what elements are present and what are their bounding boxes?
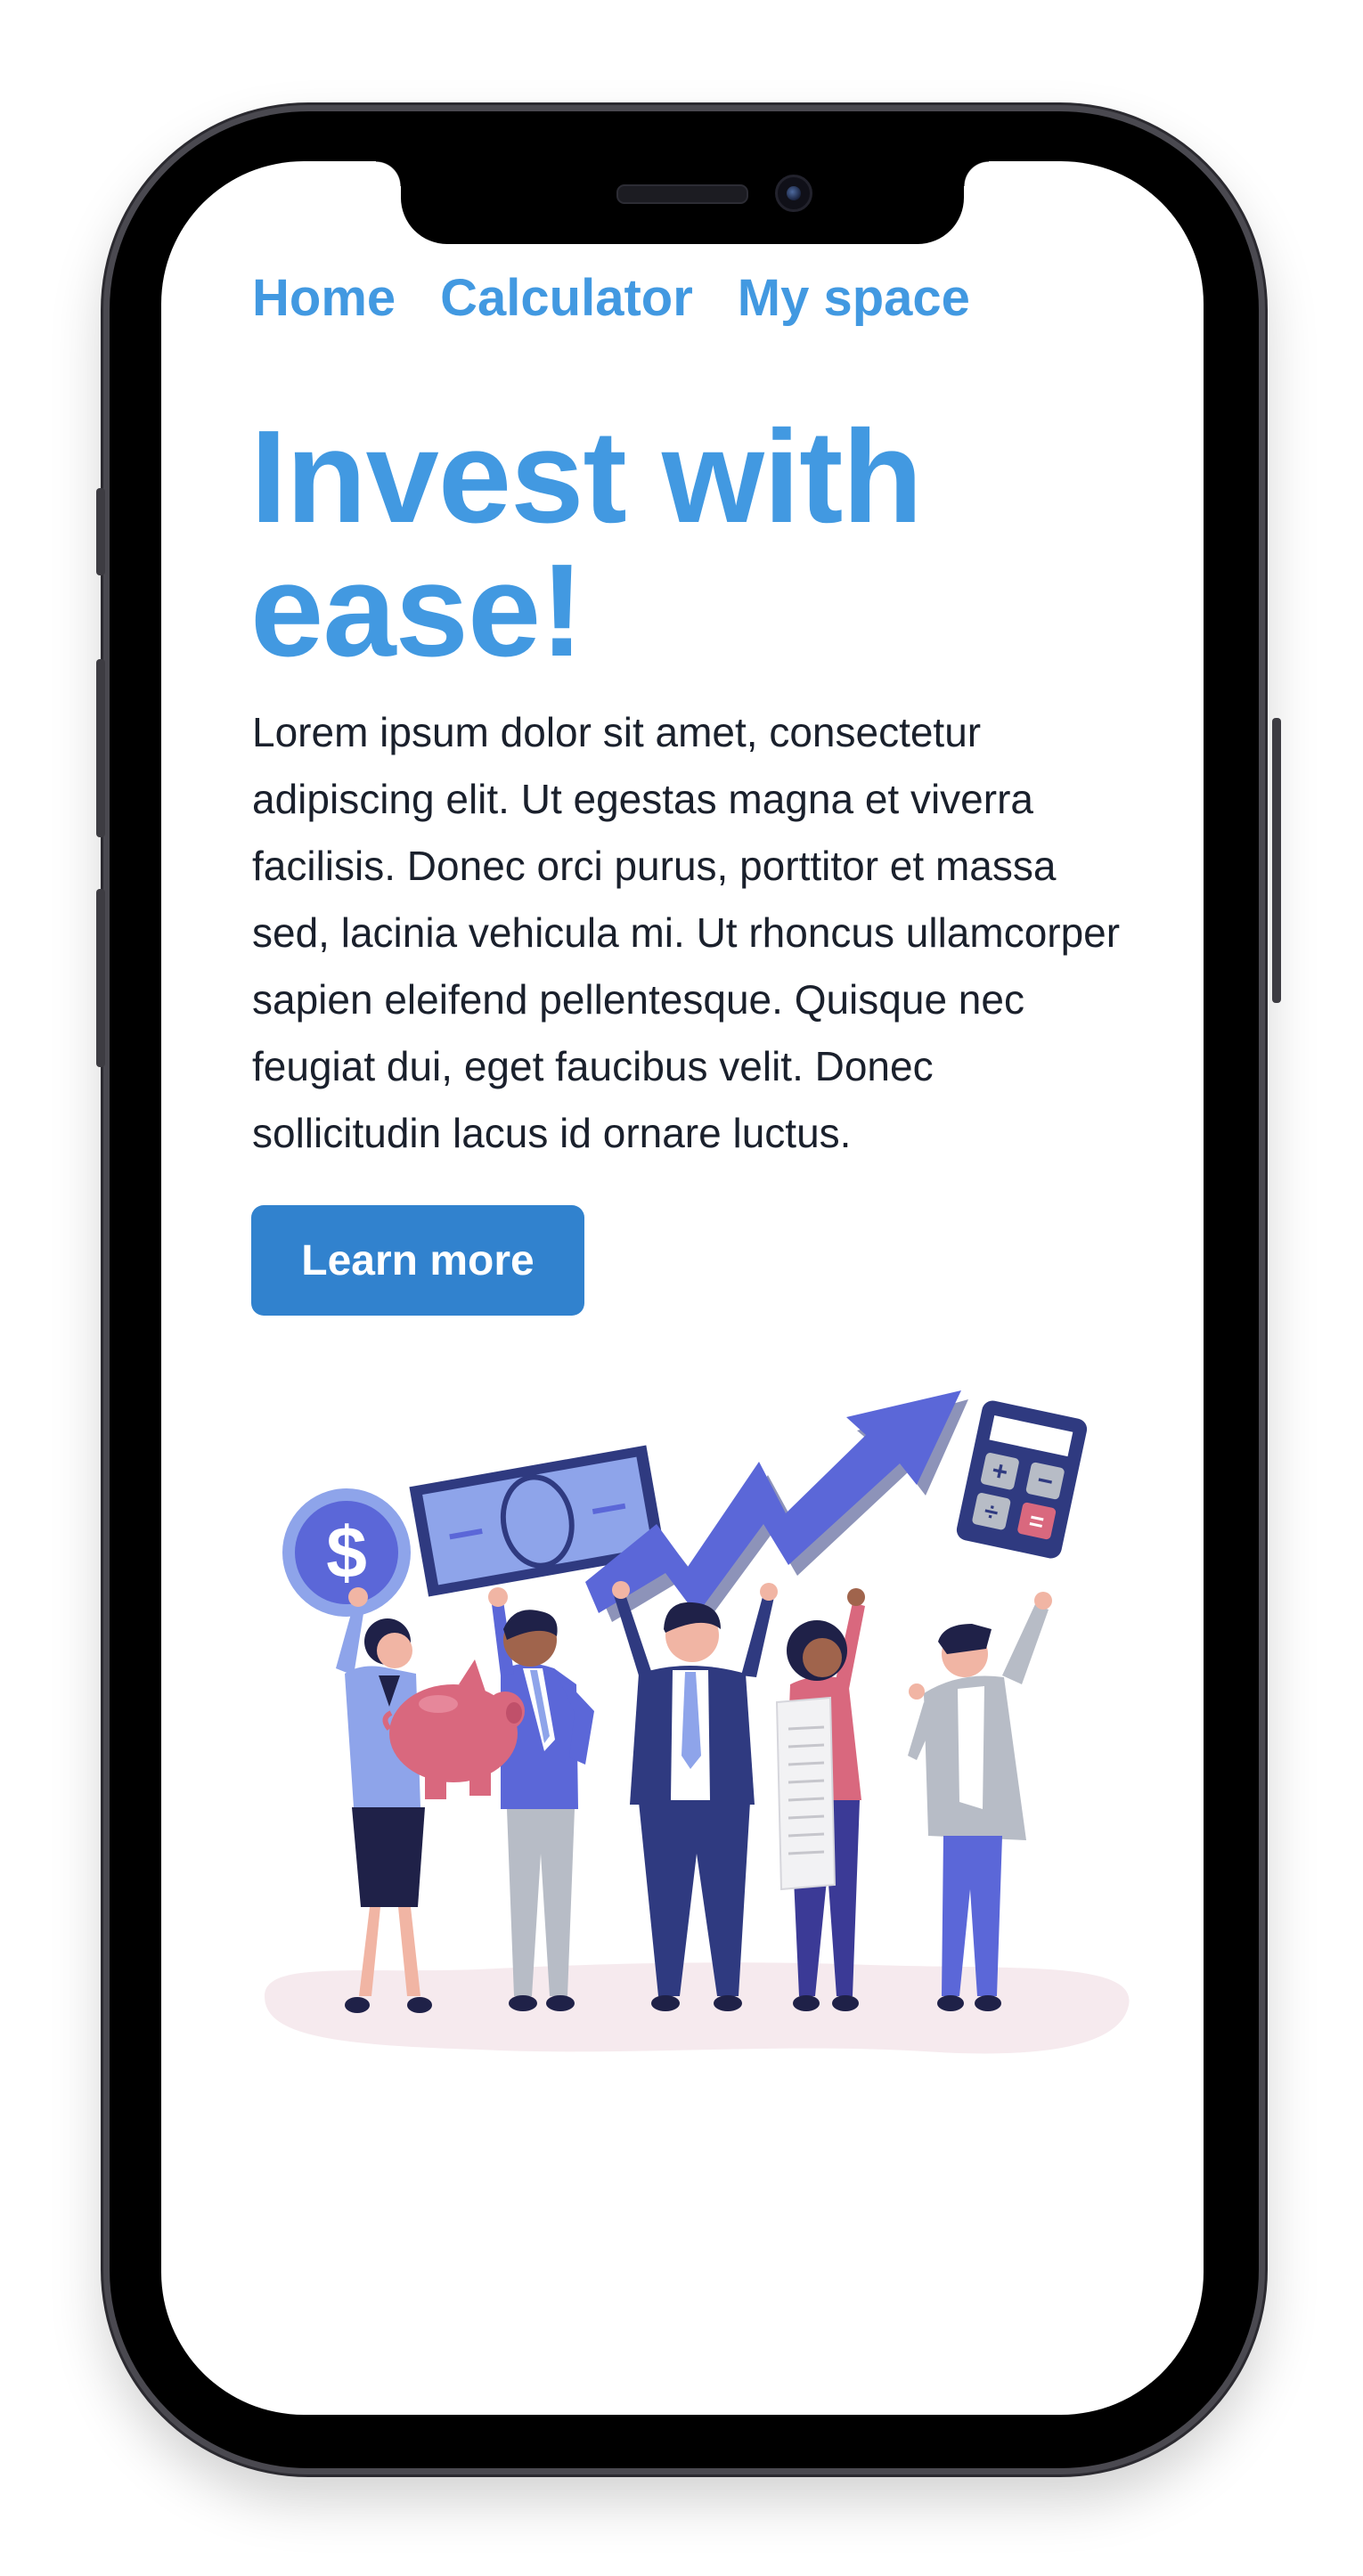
notch (376, 161, 989, 244)
speaker-grille (616, 184, 748, 204)
volume-down-button (96, 889, 105, 1067)
main-nav: Home Calculator My space (252, 268, 970, 328)
person-man-navy-suit (612, 1581, 778, 2011)
coin-dollar-symbol: $ (326, 1512, 367, 1594)
investors-illustration: $ + − ÷ = (265, 1390, 1130, 2054)
volume-up-button (96, 659, 105, 837)
person-woman-pink (775, 1588, 865, 2011)
power-button (1272, 718, 1281, 1003)
hero-body-text: Lorem ipsum dolor sit amet, consectetur … (252, 709, 1121, 1156)
person-man-grey-coat (908, 1592, 1052, 2011)
learn-more-button[interactable]: Learn more (251, 1205, 584, 1316)
nav-home[interactable]: Home (252, 268, 396, 328)
phone-screen: Home Calculator My space Invest with eas… (161, 161, 1204, 2415)
dollar-coin-icon: $ (282, 1488, 411, 1617)
front-camera-icon (775, 175, 812, 212)
mute-switch (96, 488, 105, 575)
calculator-icon: + − ÷ = (956, 1400, 1088, 1559)
nav-calculator[interactable]: Calculator (440, 268, 693, 328)
receipt-icon (775, 1696, 837, 1891)
person-man-indigo (488, 1587, 594, 2011)
hero-headline: Invest with ease! (250, 404, 923, 684)
nav-my-space[interactable]: My space (738, 268, 970, 328)
ground-shadow (265, 1962, 1130, 2054)
person-woman-light-blue (336, 1587, 432, 2013)
